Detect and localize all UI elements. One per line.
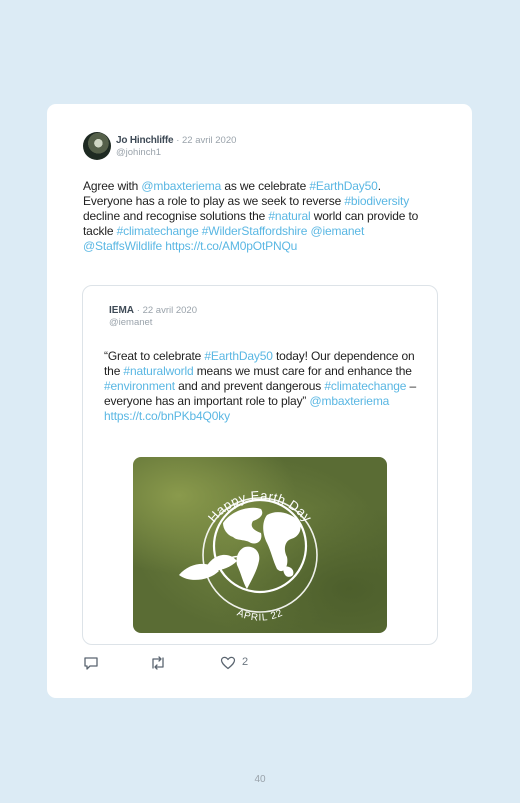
text-segment: decline and recognise solutions the xyxy=(83,209,269,223)
inline-link[interactable]: #naturalworld xyxy=(123,364,193,378)
like-count: 2 xyxy=(242,656,249,668)
reply-icon[interactable] xyxy=(83,655,99,671)
text-segment: “Great to celebrate xyxy=(104,349,205,363)
inline-link[interactable]: #natural xyxy=(268,209,310,223)
quoted-author: IEMA · 22 avril 2020 xyxy=(109,305,197,317)
heart-icon[interactable] xyxy=(220,655,236,671)
quoted-author-handle[interactable]: @iemanet xyxy=(109,317,152,328)
author-handle[interactable]: @johinch1 xyxy=(116,147,161,158)
inline-link[interactable]: #EarthDay50 xyxy=(204,349,273,363)
inline-link[interactable]: @mbaxteriema xyxy=(309,394,389,408)
tweet-actions: 2 xyxy=(83,655,283,671)
inline-link[interactable]: #environment xyxy=(104,379,175,393)
inline-link[interactable]: https://t.co/AM0pOtPNQu xyxy=(165,239,297,253)
quoted-tweet-text: “Great to celebrate #EarthDay50 today! O… xyxy=(104,349,416,424)
text-segment: and and prevent dangerous xyxy=(174,379,325,393)
inline-link[interactable]: #EarthDay50 xyxy=(309,179,378,193)
tweet-author: Jo Hinchliffe · 22 avril 2020 xyxy=(116,135,236,147)
continents-icon xyxy=(223,507,301,589)
page-number: 40 xyxy=(254,774,266,785)
tweet-date[interactable]: · 22 avril 2020 xyxy=(176,135,236,146)
text-segment: means we must care for and enhance the xyxy=(193,364,412,378)
quoted-tweet-date[interactable]: · 22 avril 2020 xyxy=(137,305,197,316)
author-name[interactable]: Jo Hinchliffe xyxy=(116,135,174,146)
quoted-author-name[interactable]: IEMA xyxy=(109,305,134,316)
inline-link[interactable]: #WilderStaffordshire xyxy=(202,224,308,238)
retweet-icon[interactable] xyxy=(149,655,167,671)
text-segment: as we celebrate xyxy=(221,179,310,193)
text-segment: Agree with xyxy=(83,179,142,193)
inline-link[interactable]: @mbaxteriema xyxy=(141,179,221,193)
inline-link[interactable]: @StaffsWildlife xyxy=(83,239,162,253)
avatar[interactable] xyxy=(83,132,111,160)
leaves-icon xyxy=(179,554,244,580)
tweet-card: Jo Hinchliffe · 22 avril 2020 @johinch1 … xyxy=(47,104,472,698)
inline-link[interactable]: #climatechange xyxy=(117,224,199,238)
earth-day-image[interactable]: Happy Earth Day APRIL 22 xyxy=(133,457,387,633)
inline-link[interactable]: #climatechange xyxy=(324,379,406,393)
quoted-tweet[interactable]: IEMA · 22 avril 2020 @iemanet “Great to … xyxy=(82,285,438,645)
tweet-text: Agree with @mbaxteriema as we celebrate … xyxy=(83,179,433,254)
inline-link[interactable]: #biodiversity xyxy=(344,194,409,208)
inline-link[interactable]: @iemanet xyxy=(310,224,364,238)
inline-link[interactable]: https://t.co/bnPKb4Q0ky xyxy=(104,409,230,423)
media-bottom-text: APRIL 22 xyxy=(235,608,285,624)
